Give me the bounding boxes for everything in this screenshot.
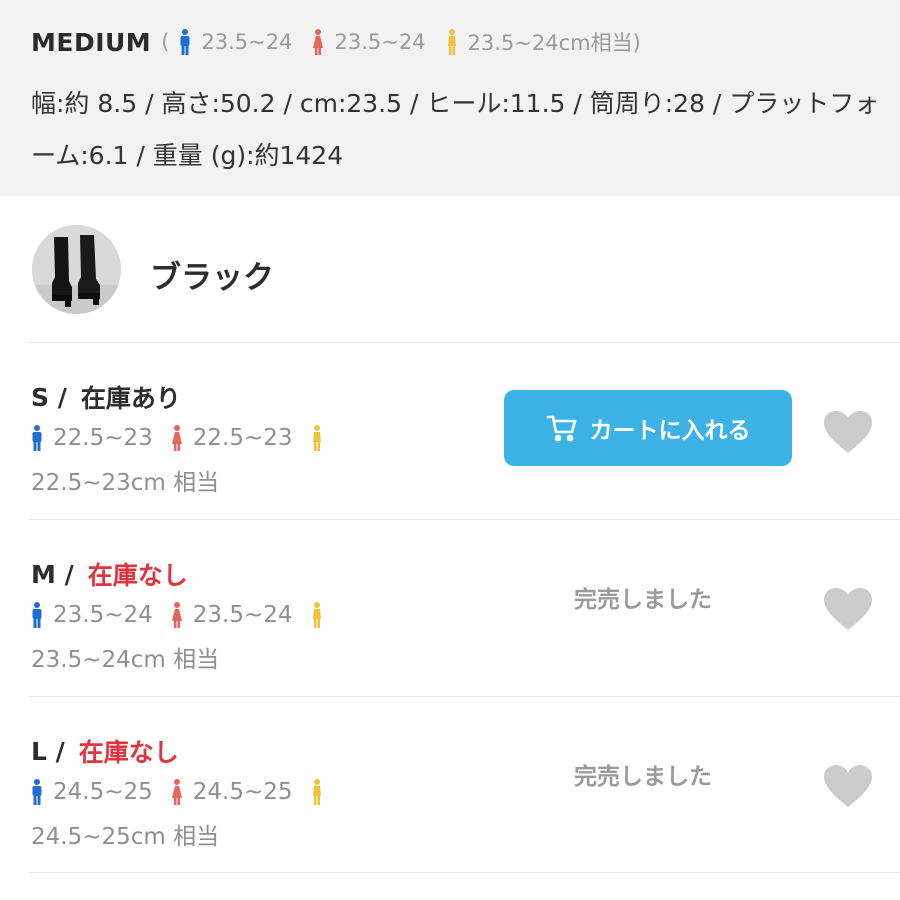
size-separator: / (55, 736, 65, 766)
size-header: MEDIUM ( 23.5~24 23.5~24 23.5~24cm相当) (31, 27, 641, 57)
men-range: 22.5~23 (53, 425, 153, 451)
unisex-figure-icon (446, 29, 458, 55)
size-row-s: S / 在庫あり 22.5~23 22.5~23 22.5~23cm 相当 カー… (0, 343, 900, 520)
size-ranges: 23.5~24 23.5~24 (31, 602, 333, 628)
male-figure-icon (179, 29, 191, 55)
male-figure-icon (31, 602, 43, 628)
divider (29, 872, 900, 873)
unisex-range: 23.5~24cm相当) (467, 31, 641, 55)
cm-equivalent: 24.5~25cm 相当 (31, 824, 220, 850)
cart-icon (546, 414, 578, 442)
size-title: L / 在庫なし (31, 733, 179, 769)
female-figure-icon (171, 779, 183, 805)
add-to-cart-button[interactable]: カートに入れる (504, 390, 792, 466)
size-ranges: 24.5~25 24.5~25 (31, 779, 333, 805)
female-figure-icon (171, 425, 183, 451)
sold-out-label: 完売しました (574, 764, 712, 790)
female-figure-icon (171, 602, 183, 628)
color-thumbnail (32, 225, 121, 314)
size-label: S (31, 382, 50, 412)
women-range: 23.5~24 (334, 30, 426, 54)
size-title: S / 在庫あり (31, 379, 181, 415)
size-name: MEDIUM (31, 27, 152, 57)
color-name: ブラック (150, 260, 274, 296)
female-figure-icon (312, 29, 324, 55)
men-range: 23.5~24 (201, 30, 293, 54)
men-range: 23.5~24 (53, 602, 153, 628)
unisex-figure-icon (311, 602, 323, 628)
women-range: 24.5~25 (192, 779, 293, 805)
unisex-figure-icon (311, 779, 323, 805)
spec-line: 幅:約 8.5 / 高さ:50.2 / cm:23.5 / ヒール:11.5 /… (31, 89, 880, 170)
size-ranges: 22.5~23 22.5~23 (31, 425, 333, 451)
cm-equivalent: 22.5~23cm 相当 (31, 470, 220, 496)
size-row-m: M / 在庫なし 23.5~24 23.5~24 23.5~24cm 相当 完売… (0, 520, 900, 697)
male-figure-icon (31, 425, 43, 451)
male-figure-icon (31, 779, 43, 805)
open-paren: ( (161, 30, 170, 54)
stock-status: 在庫なし (78, 738, 179, 767)
size-row-l: L / 在庫なし 24.5~25 24.5~25 24.5~25cm 相当 完売… (0, 697, 900, 874)
color-option-row[interactable]: ブラック (0, 196, 900, 342)
women-range: 23.5~24 (192, 602, 293, 628)
cm-equivalent: 23.5~24cm 相当 (31, 647, 220, 673)
favorite-heart-icon[interactable] (822, 409, 874, 455)
size-separator: / (64, 559, 74, 589)
size-separator: / (57, 382, 67, 412)
men-range: 24.5~25 (53, 779, 153, 805)
size-info-panel: MEDIUM ( 23.5~24 23.5~24 23.5~24cm相当) 幅:… (0, 0, 900, 196)
women-range: 22.5~23 (192, 425, 293, 451)
size-label: L (31, 736, 47, 766)
stock-status: 在庫あり (80, 384, 181, 413)
unisex-figure-icon (311, 425, 323, 451)
favorite-heart-icon[interactable] (822, 763, 874, 809)
sold-out-label: 完売しました (574, 587, 712, 613)
favorite-heart-icon[interactable] (822, 586, 874, 632)
size-label: M (31, 559, 56, 589)
stock-status: 在庫なし (87, 561, 188, 590)
add-to-cart-label: カートに入れる (589, 418, 751, 444)
size-title: M / 在庫なし (31, 556, 188, 592)
size-range: ( 23.5~24 23.5~24 23.5~24cm相当) (161, 27, 641, 57)
